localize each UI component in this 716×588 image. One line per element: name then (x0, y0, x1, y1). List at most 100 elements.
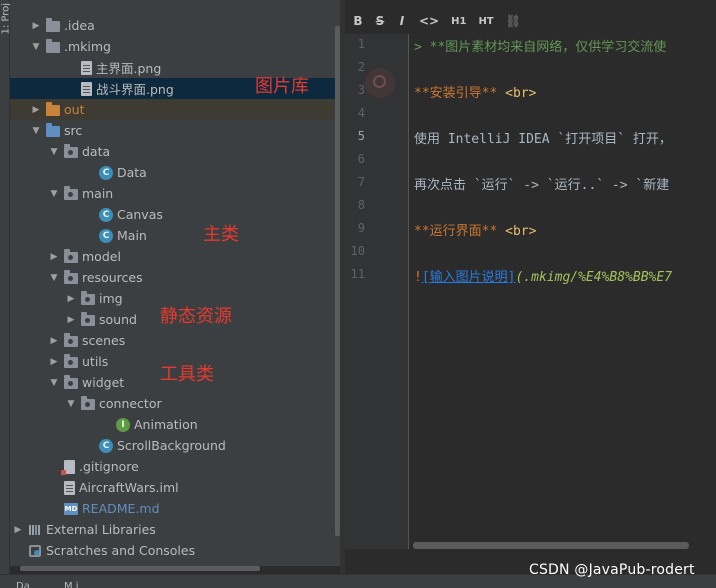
package-icon (81, 395, 95, 410)
tree-item[interactable]: ▶ out (10, 99, 340, 120)
tree-item[interactable]: ▼ .mkimg (10, 36, 340, 57)
expand-arrow-icon[interactable]: ▶ (12, 525, 24, 535)
collapse-arrow-icon[interactable]: ▼ (65, 399, 77, 409)
tree-item[interactable]: ▶CMain (10, 225, 340, 246)
header-button[interactable]: H1 (451, 16, 466, 27)
package-icon (81, 311, 95, 326)
tree-item[interactable]: ▼ data (10, 141, 340, 162)
image-alt-link[interactable]: [输入图片说明] (422, 270, 516, 285)
expand-arrow-icon[interactable]: ▶ (30, 21, 42, 31)
tree-item[interactable]: ▼ main (10, 183, 340, 204)
tree-item-label: Scratches and Consoles (46, 543, 196, 558)
line-7-text: 再次点击 `运行` -> `运行..` -> `新建 (414, 178, 670, 193)
tree-item-label: .idea (64, 18, 95, 33)
annotation-main-class: 主类 (203, 224, 239, 245)
tree-item[interactable]: ▶ .idea (10, 15, 340, 36)
package-icon (64, 185, 78, 200)
tree-item-label: src (64, 123, 83, 138)
collapse-arrow-icon[interactable]: ▼ (30, 126, 42, 136)
tree-item[interactable]: ▼ resources (10, 267, 340, 288)
folder-icon (46, 38, 60, 53)
tree-item-label: README.md (82, 501, 160, 516)
annotation-static-resources: 静态资源 (160, 306, 232, 327)
tree-item-label: Animation (134, 417, 198, 432)
annotation-image-library: 图片库 (255, 76, 309, 97)
line-number: 5 (357, 129, 365, 143)
markdown-editor[interactable]: B S I <> H1 HT ⛓ 1 2 3 4 5 6 7 8 9 10 11 > **图片素材均… (345, 0, 716, 588)
tree-item[interactable]: ▶IAnimation (10, 414, 340, 435)
gutter-separator (408, 34, 409, 549)
line-3-tag: <br> (497, 86, 537, 101)
line-number: 2 (357, 60, 365, 74)
collapse-arrow-icon[interactable]: ▼ (48, 189, 60, 199)
expand-arrow-icon[interactable]: ▶ (65, 315, 77, 325)
tree-item[interactable]: ▶CCanvas (10, 204, 340, 225)
tree-item-label: AircraftWars.iml (79, 480, 179, 495)
expand-arrow-icon[interactable]: ▶ (48, 252, 60, 262)
package-icon (64, 143, 78, 158)
java-interface-icon: I (116, 417, 130, 432)
tree-item[interactable]: ▶ model (10, 246, 340, 267)
expand-arrow-icon[interactable]: ▶ (65, 294, 77, 304)
java-class-icon: C (99, 165, 113, 180)
bottom-tab-2[interactable]: M i (64, 581, 79, 588)
tree-item[interactable]: ▼ connector (10, 393, 340, 414)
tree-horizontal-scrollbar[interactable] (20, 566, 260, 571)
tree-item[interactable]: ▶.gitignore (10, 456, 340, 477)
collapse-arrow-icon[interactable]: ▼ (48, 147, 60, 157)
expand-arrow-icon[interactable]: ▶ (48, 357, 60, 367)
image-path: (.mkimg/%E4%B8%BB%E7 (515, 270, 673, 285)
tree-item[interactable]: ▶CScrollBackground (10, 435, 340, 456)
header-type-button[interactable]: HT (478, 16, 493, 27)
collapse-arrow-icon[interactable]: ▼ (30, 42, 42, 52)
blockquote-marker: > (414, 40, 422, 55)
tree-item-label: Canvas (117, 207, 163, 222)
code-line-5[interactable]: 使用 IntelliJ IDEA `打开项目` 打开， (414, 128, 672, 147)
line-number: 3 (357, 83, 365, 97)
bottom-tab-1[interactable]: Da (16, 581, 30, 588)
link-icon[interactable]: ⛓ (506, 14, 521, 28)
tree-item-label: widget (82, 375, 125, 390)
code-line-1[interactable]: > **图片素材均来自网络，仅供学习交流使 (414, 36, 666, 55)
line-number: 7 (357, 175, 365, 189)
package-icon (64, 374, 78, 389)
annotation-tool-class: 工具类 (160, 364, 214, 385)
image-marker: ! (414, 270, 422, 285)
tree-item-label: External Libraries (46, 522, 156, 537)
tree-item-label: 战斗界面.png (96, 82, 174, 97)
line-3-bold: **安装引导** (414, 86, 498, 101)
code-line-11[interactable]: ![输入图片说明](.mkimg/%E4%B8%BB%E7 (414, 266, 672, 285)
tree-item-label: data (82, 144, 111, 159)
expand-arrow-icon[interactable]: ▶ (30, 105, 42, 115)
tree-item[interactable]: ▶AircraftWars.iml (10, 477, 340, 498)
strikethrough-button[interactable]: S (375, 14, 385, 28)
expand-arrow-icon[interactable]: ▶ (48, 336, 60, 346)
tree-item-label: img (99, 291, 123, 306)
tree-item[interactable]: ▼ src (10, 120, 340, 141)
collapse-arrow-icon[interactable]: ▼ (48, 378, 60, 388)
tool-window-strip[interactable]: 1: Proj (0, 0, 12, 588)
collapse-arrow-icon[interactable]: ▼ (48, 273, 60, 283)
italic-button[interactable]: I (397, 14, 407, 28)
tree-item[interactable]: ▶ scenes (10, 330, 340, 351)
java-class-icon: C (99, 438, 113, 453)
tree-item[interactable]: ▶CData (10, 162, 340, 183)
tree-item[interactable]: ▶ External Libraries (10, 519, 340, 540)
bold-button[interactable]: B (353, 14, 363, 28)
code-button[interactable]: <> (419, 14, 439, 28)
file-icon (81, 81, 92, 96)
tree-item[interactable]: ▶Scratches and Consoles (10, 540, 340, 561)
search-icon[interactable] (365, 68, 395, 98)
line-number: 4 (357, 106, 365, 120)
watermark: CSDN @JavaPub-rodert (529, 562, 695, 578)
code-line-9[interactable]: **运行界面** <br> (414, 220, 536, 239)
markdown-toolbar: B S I <> H1 HT ⛓ (345, 8, 716, 34)
code-line-3[interactable]: **安装引导** <br> (414, 82, 536, 101)
tree-item[interactable]: ▶MDREADME.md (10, 498, 340, 519)
line-number: 6 (357, 152, 365, 166)
editor-horizontal-scrollbar[interactable] (413, 542, 689, 549)
gitignore-file-icon (61, 459, 75, 475)
line-number: 1 (357, 37, 365, 51)
file-icon (81, 60, 92, 75)
code-line-7[interactable]: 再次点击 `运行` -> `运行..` -> `新建 (414, 174, 669, 193)
